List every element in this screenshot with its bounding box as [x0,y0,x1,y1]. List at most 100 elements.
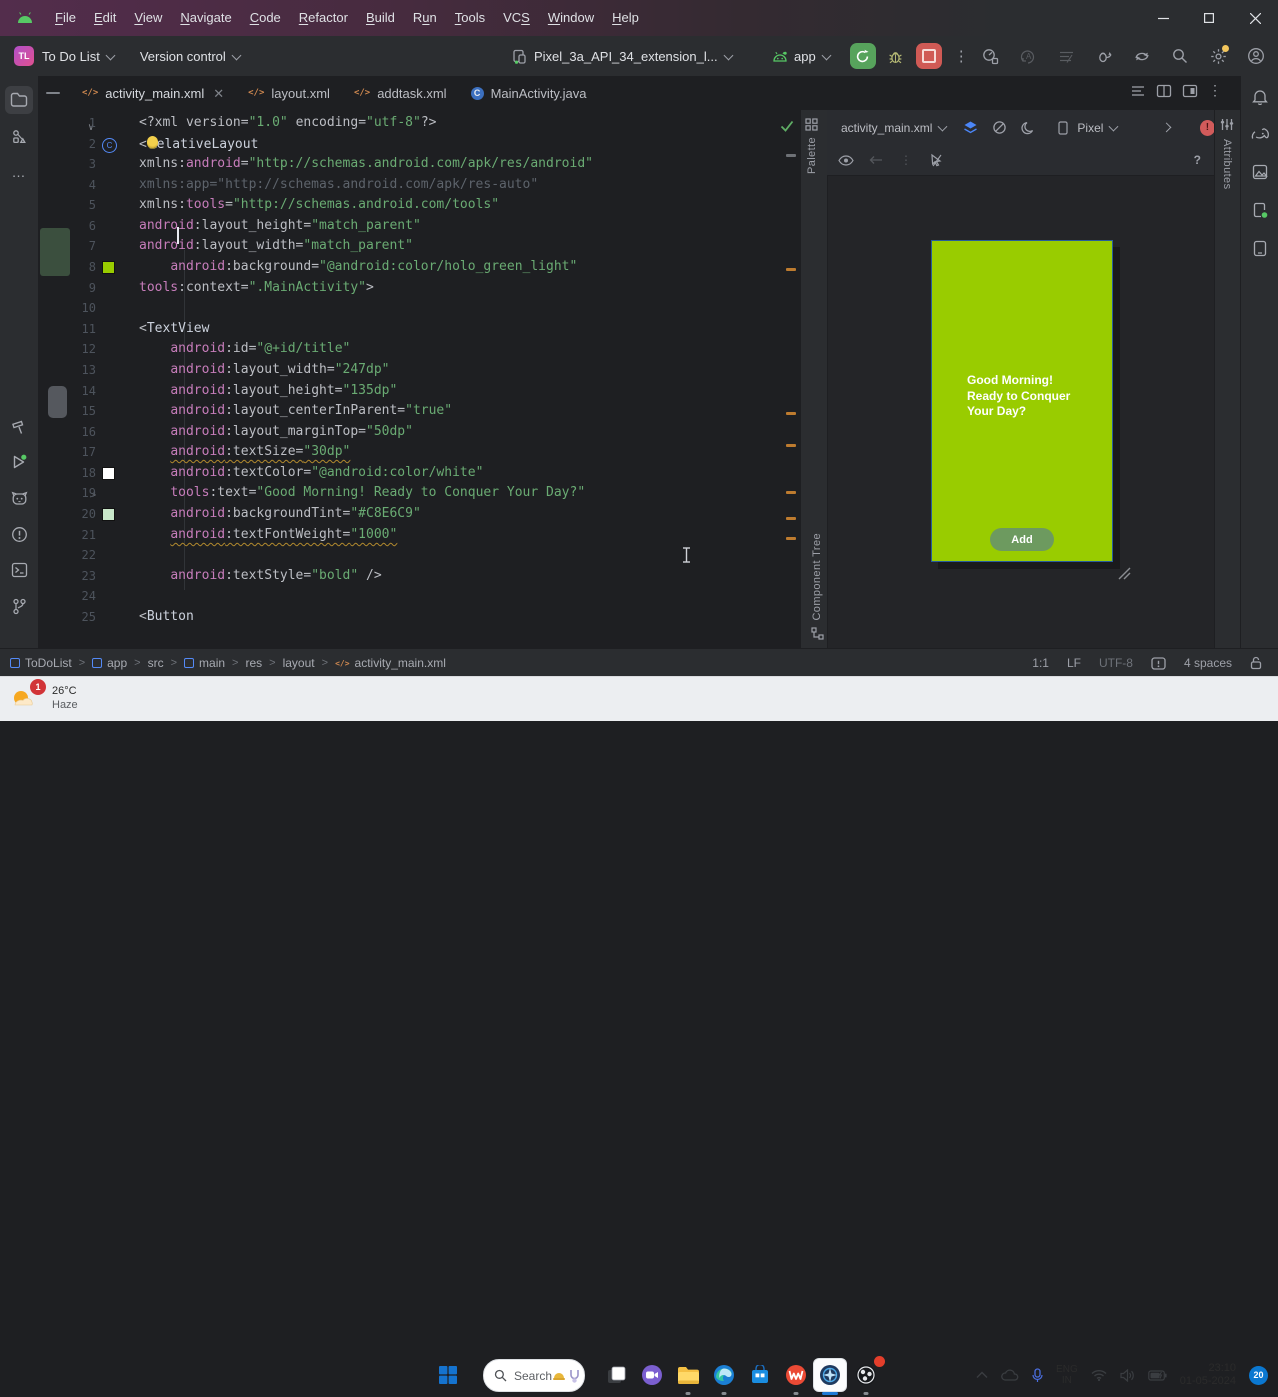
breadcrumb-item-app[interactable]: app [92,656,127,670]
logcat-tool-icon[interactable] [5,484,33,512]
terminal-tool-icon[interactable] [5,556,33,584]
interactive-mode-off-icon[interactable] [925,149,947,171]
resource-structure-icon[interactable] [5,122,33,150]
notification-count-badge[interactable]: 20 [1249,1365,1268,1385]
breadcrumb-item-activity_main.xml[interactable]: </> activity_main.xml [335,656,446,670]
tab-activity_main.xml[interactable]: </> activity_main.xml ✕ [70,76,237,112]
run-config-selector[interactable]: app [794,49,816,64]
microsoft-store-icon[interactable] [744,1359,776,1391]
palette-icon[interactable] [805,118,818,131]
maximize-button[interactable] [1186,0,1232,36]
clock-widget[interactable]: 23:10 01-05-2024 [1180,1362,1236,1388]
obs-studio-icon[interactable] [850,1356,885,1395]
menu-vcs[interactable]: VCS [494,0,539,36]
menu-window[interactable]: Window [539,0,603,36]
onedrive-cloud-icon[interactable] [1001,1369,1019,1381]
project-selector[interactable]: To Do List [42,49,100,64]
breadcrumb-item-main[interactable]: main [184,656,225,670]
help-button[interactable]: ? [1194,153,1201,167]
battery-charging-icon[interactable] [1147,1369,1167,1381]
night-mode-icon[interactable] [1018,117,1039,139]
tab-close-icon[interactable]: ✕ [213,87,224,100]
code-view-icon[interactable] [1130,83,1146,99]
problems-tool-icon[interactable] [5,520,33,548]
scrollbar-mark[interactable] [786,491,796,494]
settings-icon[interactable] [1206,44,1230,68]
build-tool-icon[interactable] [5,412,33,440]
menu-refactor[interactable]: Refactor [290,0,357,36]
attach-debugger-icon[interactable] [1092,44,1116,68]
translate-icon[interactable]: A [1016,44,1040,68]
color-swatch-gutter-icon[interactable] [102,508,115,525]
chat-app-icon[interactable] [636,1359,668,1391]
sync-project-icon[interactable] [1130,44,1154,68]
scrollbar-mark[interactable] [786,444,796,447]
breadcrumb-item-res[interactable]: res [245,656,262,670]
chevron-right-icon[interactable] [1161,122,1172,133]
stop-button[interactable] [915,43,942,69]
component-tree-label[interactable]: Component Tree [811,533,823,621]
related-class-gutter-icon[interactable]: C [102,138,117,153]
resource-manager-icon[interactable] [1248,160,1272,184]
vcs-widget[interactable]: Version control [140,49,226,64]
attributes-sliders-icon[interactable] [1220,118,1234,131]
profiler-icon[interactable] [978,44,1002,68]
close-button[interactable] [1232,0,1278,36]
running-devices-icon[interactable] [1248,236,1272,260]
caret-position-widget[interactable]: 1:1 [1032,656,1049,670]
menu-code[interactable]: Code [241,0,290,36]
intention-bulb-icon[interactable] [146,136,158,148]
menu-build[interactable]: Build [357,0,404,36]
tool-window-divider-handle[interactable] [46,92,60,94]
start-button[interactable] [432,1359,464,1391]
scrollbar-mark[interactable] [786,517,796,520]
layout-preview-phone[interactable]: Good Morning! Ready to Conquer Your Day? A… [931,240,1113,562]
tab-layout.xml[interactable]: </> layout.xml [236,76,342,110]
search-everywhere-icon[interactable] [1168,44,1192,68]
menu-tools[interactable]: Tools [446,0,494,36]
run-tool-icon[interactable] [5,448,33,476]
menu-navigate[interactable]: Navigate [171,0,240,36]
split-view-icon[interactable] [1156,83,1172,99]
minimize-button[interactable] [1140,0,1186,36]
inspections-ok-icon[interactable] [780,120,794,132]
design-view-icon[interactable] [1182,83,1198,99]
gradle-icon[interactable] [1248,122,1272,146]
edge-browser-icon[interactable] [708,1359,740,1395]
issue-badge[interactable]: ! [1199,119,1215,136]
lock-icon[interactable] [1250,656,1262,670]
encoding-widget[interactable]: UTF-8 [1099,656,1133,670]
palette-label[interactable]: Palette [806,137,818,174]
indent-widget[interactable]: 4 spaces [1184,656,1232,670]
volume-icon[interactable] [1120,1368,1135,1382]
android-studio-taskbar-icon[interactable] [814,1359,846,1395]
menu-view[interactable]: View [125,0,171,36]
more-tool-windows-icon[interactable]: … [5,158,33,186]
line-separator-widget[interactable]: LF [1067,656,1081,670]
debug-button[interactable] [883,43,909,69]
orientation-icon[interactable] [989,117,1010,139]
git-tool-icon[interactable] [5,592,33,620]
breadcrumb-item-layout[interactable]: layout [283,656,315,670]
language-indicator[interactable]: ENG IN [1056,1364,1078,1386]
menu-help[interactable]: Help [603,0,648,36]
scrollbar-mark[interactable] [786,537,796,540]
project-tool-icon[interactable] [5,86,33,114]
device-manager-icon[interactable] [1248,198,1272,222]
todo-filter-icon[interactable] [1054,44,1078,68]
breadcrumb-item-src[interactable]: src [148,656,164,670]
menu-file[interactable]: File [46,0,85,36]
notifications-bell-icon[interactable] [1248,84,1272,108]
tray-chevron-up-icon[interactable] [976,1371,988,1379]
preview-add-button[interactable]: Add [990,528,1054,551]
view-options-eye-icon[interactable] [835,149,857,171]
attributes-label[interactable]: Attributes [1221,139,1233,189]
wifi-icon[interactable] [1091,1369,1107,1381]
tab-MainActivity.java[interactable]: C MainActivity.java [459,76,599,110]
canvas-resize-handle[interactable] [1113,562,1131,580]
profile-avatar-icon[interactable] [1244,44,1268,68]
microphone-icon[interactable] [1032,1367,1043,1383]
project-icon[interactable]: TL [14,46,34,66]
preview-device-label[interactable]: Pixel [1077,121,1103,135]
pan-arrow-icon[interactable] [865,149,887,171]
